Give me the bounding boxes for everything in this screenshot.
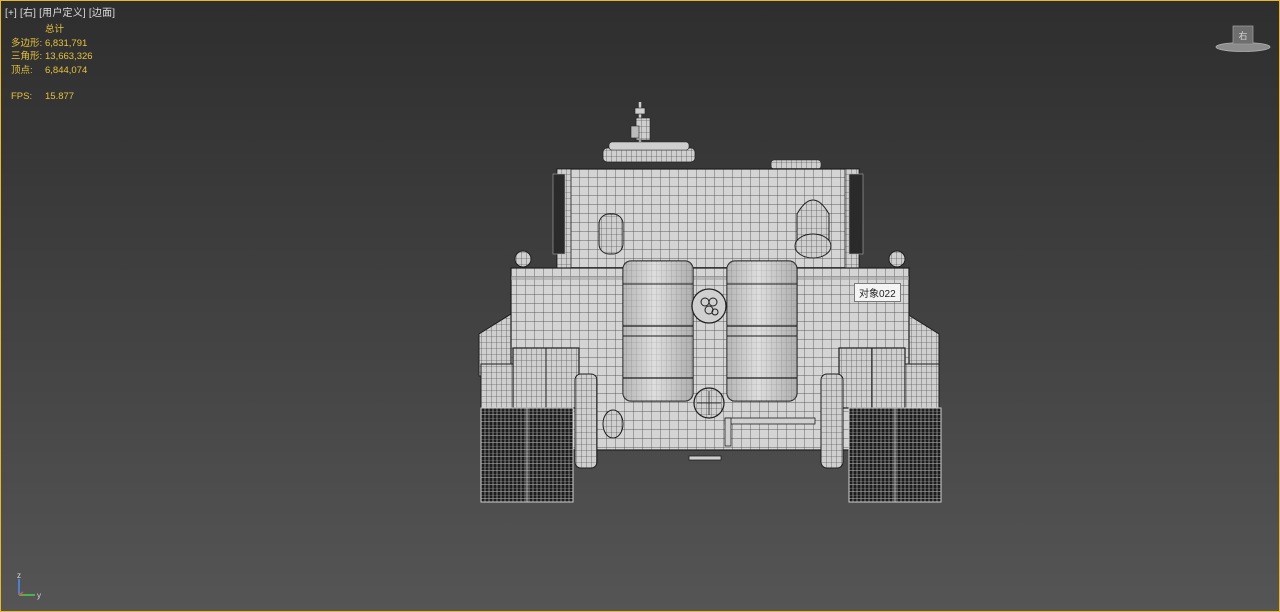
viewcube[interactable]: 右	[1215, 21, 1271, 53]
hull-emblem	[691, 288, 727, 324]
viewcube-face-label[interactable]: 右	[1238, 30, 1247, 41]
viewport-display-mode-menu[interactable]: [边面]	[89, 8, 115, 19]
viewport-right[interactable]: [+] [右] [用户定义] [边面] 总计 多边形: 6,831,791 三角…	[0, 0, 1280, 612]
stats-triangles-label: 三角形:	[11, 51, 43, 62]
commander-periscope	[630, 102, 651, 146]
scene-statistics: 总计 多边形: 6,831,791 三角形: 13,663,326 顶点: 6,…	[11, 23, 93, 104]
left-track	[480, 407, 574, 503]
viewport-plus-menu[interactable]: [+]	[5, 8, 17, 19]
stats-total-header: 总计	[45, 24, 65, 35]
stats-fps-row: FPS: 15.877	[11, 90, 93, 104]
viewport-label-menu[interactable]: [+] [右] [用户定义] [边面]	[5, 4, 115, 19]
tank-wireframe-model[interactable]	[471, 96, 951, 508]
stats-polygons-label: 多边形:	[11, 37, 43, 49]
stats-vertices-value: 6,844,074	[45, 64, 88, 76]
stats-vertices-label: 顶点:	[11, 64, 33, 76]
left-exhaust-drum	[622, 260, 694, 402]
right-track	[848, 407, 942, 503]
stats-fps-value: 15.877	[45, 91, 75, 102]
stats-polygons-row: 多边形: 6,831,791	[11, 37, 93, 51]
turret-cupola	[602, 141, 822, 170]
axis-z-label: z	[17, 571, 21, 580]
axis-y-label: y	[37, 591, 41, 600]
rear-hatch	[693, 387, 725, 419]
stats-triangles-row: 三角形: 13,663,326	[11, 50, 93, 64]
viewport-shading-preset-menu[interactable]: [用户定义]	[39, 8, 86, 19]
turret	[552, 168, 864, 270]
axis-tripod: z y	[17, 571, 41, 600]
viewport-view-menu[interactable]: [右]	[20, 8, 36, 19]
stats-triangles-value: 13,663,326	[45, 51, 93, 62]
right-exhaust-drum	[726, 260, 798, 402]
stats-fps-label: FPS:	[11, 91, 33, 102]
stats-vertices-row: 顶点: 6,844,074	[11, 64, 93, 78]
object-name-tooltip: 对象022	[854, 283, 901, 302]
rear-jack	[602, 409, 624, 439]
stats-polygons-value: 6,831,791	[45, 37, 88, 49]
